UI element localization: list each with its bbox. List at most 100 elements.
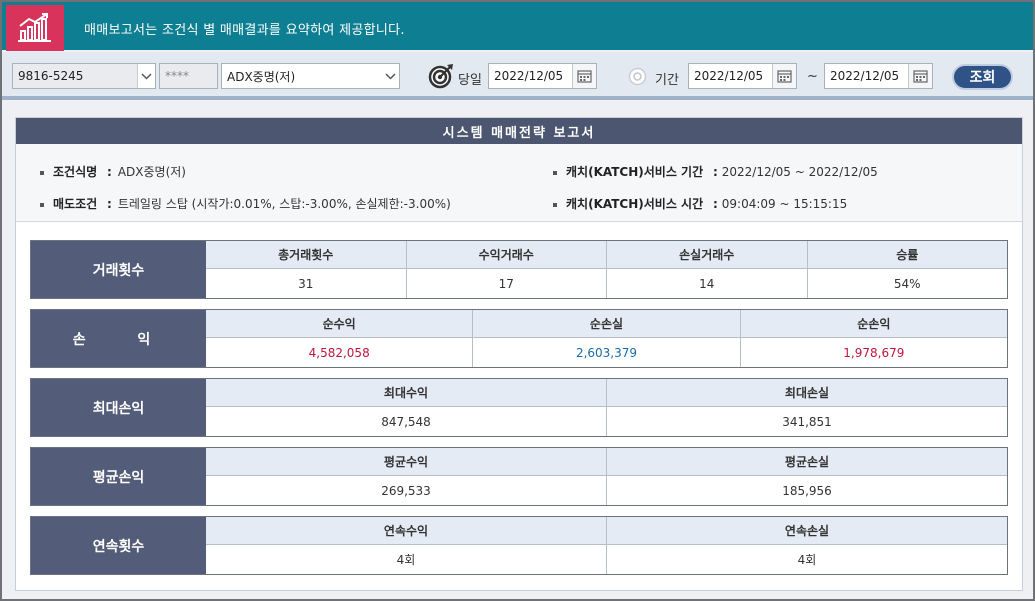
- table-column: 순손실 2,603,379: [472, 310, 740, 367]
- calendar-icon[interactable]: [572, 64, 596, 88]
- bullet-icon: [553, 170, 557, 175]
- service-period-value: 2022/12/05 ~ 2022/12/05: [721, 165, 878, 179]
- column-header: 순수익: [206, 310, 473, 338]
- report-chart-icon: [6, 5, 64, 51]
- table-column: 평균손실 185,956: [606, 448, 1007, 505]
- report-title: 시스템 매매전략 보고서: [16, 118, 1022, 144]
- account-value: 9816-5245: [18, 69, 84, 83]
- section-title: 손 익: [31, 310, 206, 367]
- trades-table: 총거래횟수 31 수익거래수 17 손실거래수 14 승률 54%: [206, 241, 1007, 298]
- table-column: 최대손실 341,851: [606, 379, 1007, 436]
- section-title: 연속횟수: [31, 517, 206, 574]
- period-radio-icon[interactable]: [628, 67, 647, 86]
- table-column: 순손익 1,978,679: [739, 310, 1007, 367]
- table-column: 승률 54%: [806, 241, 1007, 298]
- column-value: 341,851: [782, 414, 832, 429]
- period-label: 기간: [655, 73, 679, 88]
- avg-table: 평균수익 269,533 평균손실 185,956: [206, 448, 1007, 505]
- service-period-row: 캐치(KATCH)서비스 기간 :2022/12/05 ~ 2022/12/05: [553, 163, 878, 180]
- banner-text: 매매보고서는 조건식 별 매매결과를 요약하여 제공합니다.: [84, 23, 405, 38]
- column-value: 185,956: [782, 483, 832, 498]
- service-time-value: 09:04:09 ~ 15:15:15: [721, 197, 848, 211]
- today-date-value: 2022/12/05: [494, 69, 564, 83]
- column-header: 연속수익: [206, 517, 606, 545]
- pnl-table: 순수익 4,582,058 순손실 2,603,379 순손익 1,978,679: [206, 310, 1007, 367]
- column-value: 14: [699, 276, 715, 291]
- column-value: 1,978,679: [843, 345, 905, 360]
- column-value: 847,548: [381, 414, 431, 429]
- section-title: 거래횟수: [31, 241, 206, 298]
- password-field[interactable]: ****: [159, 63, 218, 89]
- column-value: 17: [498, 276, 514, 291]
- table-column: 수익거래수 17: [405, 241, 606, 298]
- streak-section: 연속횟수 연속수익 4회 연속손실 4회: [30, 516, 1008, 575]
- avg-section: 평균손익 평균수익 269,533 평균손실 185,956: [30, 447, 1008, 506]
- condition-name-label: 조건식명: [53, 165, 98, 179]
- column-value: 4회: [396, 553, 416, 567]
- column-header: 순손익: [740, 310, 1007, 338]
- column-header: 순손실: [473, 310, 740, 338]
- colon: :: [712, 165, 718, 179]
- column-header: 총거래횟수: [206, 241, 406, 269]
- calendar-icon[interactable]: [772, 64, 796, 88]
- period-from-value: 2022/12/05: [694, 69, 764, 83]
- section-title: 평균손익: [31, 448, 206, 505]
- password-value: ****: [165, 69, 189, 83]
- chevron-down-icon[interactable]: [381, 64, 399, 88]
- toolbar: 9816-5245 **** ADX중명(저) 당일 2022/12/05 기간…: [2, 52, 1033, 100]
- window-frame: 매매보고서는 조건식 별 매매결과를 요약하여 제공합니다. 9816-5245…: [0, 0, 1035, 601]
- report-panel: 시스템 매매전략 보고서 조건식명 : ADX중명(저) 매도조건 : 트레일링 스…: [15, 117, 1023, 591]
- colon: :: [107, 165, 112, 179]
- column-header: 평균손실: [607, 448, 1007, 476]
- column-value: 4,582,058: [308, 345, 370, 360]
- column-value: 269,533: [381, 483, 431, 498]
- service-time-label: 캐치(KATCH)서비스 시간: [566, 197, 704, 211]
- target-icon[interactable]: [428, 63, 454, 89]
- banner: 매매보고서는 조건식 별 매매결과를 요약하여 제공합니다.: [2, 2, 1033, 51]
- chevron-down-icon[interactable]: [137, 64, 155, 88]
- sell-condition-row: 매도조건 : 트레일링 스탑 (시작가:0.01%, 스탑:-3.00%, 손실제…: [40, 195, 451, 212]
- sell-condition-value: 트레일링 스탑 (시작가:0.01%, 스탑:-3.00%, 손실제한:-3.0…: [117, 197, 451, 211]
- query-button[interactable]: 조회: [952, 64, 1013, 90]
- condition-name-value: ADX중명(저): [117, 165, 186, 179]
- table-column: 순수익 4,582,058: [206, 310, 473, 367]
- sell-condition-label: 매도조건: [53, 197, 98, 211]
- section-title: 최대손익: [31, 379, 206, 436]
- column-value: 2,603,379: [575, 345, 638, 360]
- period-tilde: ~: [807, 69, 818, 84]
- column-header: 승률: [807, 241, 1007, 269]
- period-to-field[interactable]: 2022/12/05: [824, 63, 933, 89]
- trades-section: 거래횟수 총거래횟수 31 수익거래수 17 손실거래수 14 승률 54%: [30, 240, 1008, 299]
- column-header: 최대수익: [206, 379, 606, 407]
- column-header: 최대손실: [607, 379, 1007, 407]
- period-from-field[interactable]: 2022/12/05: [688, 63, 797, 89]
- column-value: 4회: [797, 553, 817, 567]
- streak-table: 연속수익 4회 연속손실 4회: [206, 517, 1007, 574]
- colon: :: [712, 197, 718, 211]
- table-column: 최대수익 847,548: [206, 379, 606, 436]
- calendar-icon[interactable]: [908, 64, 932, 88]
- account-select[interactable]: 9816-5245: [12, 63, 156, 89]
- table-column: 총거래횟수 31: [206, 241, 406, 298]
- table-column: 평균수익 269,533: [206, 448, 606, 505]
- table-column: 손실거래수 14: [606, 241, 807, 298]
- bullet-icon: [40, 202, 44, 207]
- condition-name-row: 조건식명 : ADX중명(저): [40, 163, 186, 180]
- condition-summary: 조건식명 : ADX중명(저) 매도조건 : 트레일링 스탑 (시작가:0.01%,…: [16, 144, 1022, 222]
- table-column: 연속수익 4회: [206, 517, 606, 574]
- condition-select[interactable]: ADX중명(저): [221, 63, 400, 89]
- today-date-field[interactable]: 2022/12/05: [488, 63, 597, 89]
- column-header: 연속손실: [607, 517, 1007, 545]
- column-value: 54%: [893, 276, 921, 291]
- today-label: 당일: [458, 73, 482, 88]
- column-header: 손실거래수: [607, 241, 807, 269]
- colon: :: [107, 197, 112, 211]
- bullet-icon: [40, 170, 44, 175]
- condition-value: ADX중명(저): [227, 69, 296, 84]
- max-section: 최대손익 최대수익 847,548 최대손실 341,851: [30, 378, 1008, 437]
- service-period-label: 캐치(KATCH)서비스 기간: [566, 165, 704, 179]
- column-header: 수익거래수: [406, 241, 606, 269]
- max-table: 최대수익 847,548 최대손실 341,851: [206, 379, 1007, 436]
- pnl-section: 손 익 순수익 4,582,058 순손실 2,603,379 순손익 1,978,6…: [30, 309, 1008, 368]
- column-header: 평균수익: [206, 448, 606, 476]
